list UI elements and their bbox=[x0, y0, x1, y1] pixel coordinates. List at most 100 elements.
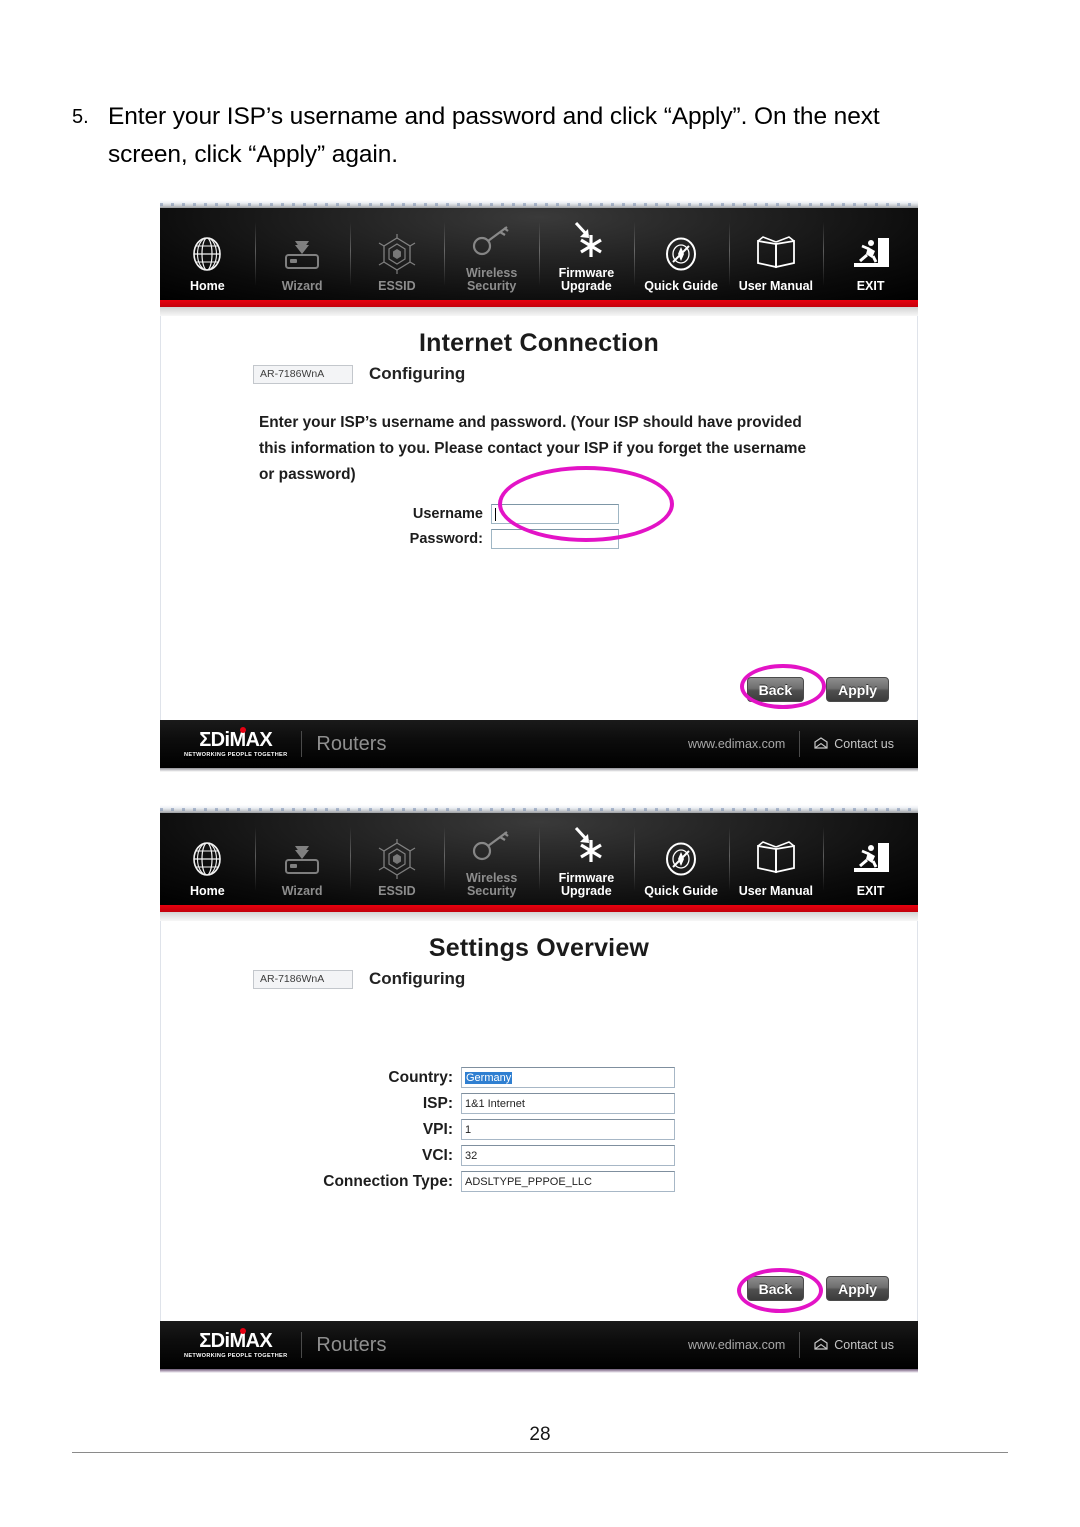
nav-label-essid-2: ESSID bbox=[378, 884, 416, 898]
instruction-line-2: screen, click “Apply” again. bbox=[108, 141, 398, 168]
nav-item-exit-2[interactable]: EXIT bbox=[823, 813, 918, 905]
hexagon-web-icon bbox=[374, 230, 420, 278]
browser-chrome-sliver bbox=[160, 200, 918, 208]
isp-input[interactable]: 1&1 Internet bbox=[461, 1093, 675, 1114]
nav-red-divider-2 bbox=[160, 905, 918, 912]
footer-divider-right-2 bbox=[799, 1332, 801, 1358]
country-value: Germany bbox=[465, 1071, 513, 1084]
logo-wordmark: ΣDiMAX bbox=[199, 728, 273, 751]
compass-icon bbox=[659, 230, 703, 278]
footer-right-group-2: www.edimax.com Contact us bbox=[688, 1332, 894, 1358]
key-icon bbox=[469, 217, 515, 265]
form-row-username: Username bbox=[161, 504, 917, 524]
body-line-3: or password) bbox=[259, 466, 356, 483]
nav-label-home-2: Home bbox=[190, 884, 225, 898]
footer-url-2[interactable]: www.edimax.com bbox=[688, 1338, 785, 1352]
nav-item-wizard-2[interactable]: Wizard bbox=[254, 813, 350, 905]
nav-label-essid: ESSID bbox=[378, 279, 416, 293]
form-row-country: Country: Germany bbox=[161, 1067, 917, 1088]
form-row-vci: VCI: 32 bbox=[161, 1145, 917, 1166]
screenshot-settings-overview: Home Wizard ESSID Wireless Security Firm… bbox=[160, 805, 918, 1373]
step-number: 5. bbox=[72, 106, 89, 128]
nav-item-home-2[interactable]: Home bbox=[160, 813, 255, 905]
nav-item-user-manual-2[interactable]: User Manual bbox=[728, 813, 824, 905]
nav-label-wizard: Wizard bbox=[281, 279, 323, 293]
nav-item-quick-guide[interactable]: Quick Guide bbox=[633, 208, 729, 300]
settings-form: Country: Germany ISP: 1&1 Internet VPI: … bbox=[161, 1067, 917, 1192]
logo-tagline-2: NETWORKING PEOPLE TOGETHER bbox=[184, 1351, 288, 1360]
form-row-connection-type: Connection Type: ADSLTYPE_PPPOE_LLC bbox=[161, 1171, 917, 1192]
globe-icon bbox=[187, 230, 227, 278]
status-row: AR-7186WnA Configuring bbox=[253, 364, 917, 384]
mail-icon bbox=[814, 1337, 828, 1353]
edimax-logo-2: ΣDiMAX NETWORKING PEOPLE TOGETHER bbox=[184, 1327, 288, 1360]
country-input[interactable]: Germany bbox=[461, 1067, 675, 1088]
nav-item-quick-guide-2[interactable]: Quick Guide bbox=[633, 813, 729, 905]
compass-icon bbox=[659, 835, 703, 883]
settings-overview-body: Settings Overview AR-7186WnA Configuring… bbox=[160, 921, 918, 1321]
nav-item-wizard[interactable]: Wizard bbox=[254, 208, 350, 300]
vpi-input[interactable]: 1 bbox=[461, 1119, 675, 1140]
page-footer-rule bbox=[72, 1452, 1008, 1453]
back-button[interactable]: Back bbox=[746, 677, 805, 702]
nav-label-home: Home bbox=[190, 279, 225, 293]
isp-value: 1&1 Internet bbox=[465, 1097, 525, 1110]
credentials-form: Username Password: bbox=[161, 504, 917, 549]
footer-contact-link[interactable]: Contact us bbox=[814, 736, 894, 752]
nav-item-wireless-security-2[interactable]: Wireless Security bbox=[444, 813, 539, 905]
apply-button[interactable]: Apply bbox=[826, 677, 889, 702]
nav-item-essid[interactable]: ESSID bbox=[349, 208, 445, 300]
vpi-value: 1 bbox=[465, 1123, 472, 1136]
logo-red-dot bbox=[240, 726, 246, 733]
nav-item-firmware-upgrade[interactable]: Firmware Upgrade bbox=[539, 208, 634, 300]
nav-item-essid-2[interactable]: ESSID bbox=[349, 813, 445, 905]
nav-grey-divider-2 bbox=[160, 912, 918, 921]
vci-input[interactable]: 32 bbox=[461, 1145, 675, 1166]
nav-label-firmware-upgrade: Firmware Upgrade bbox=[558, 266, 615, 293]
arrow-asterisk-icon bbox=[563, 217, 609, 265]
footer-url[interactable]: www.edimax.com bbox=[688, 737, 785, 751]
footer-contact-label: Contact us bbox=[834, 737, 894, 751]
nav-label-wizard-2: Wizard bbox=[281, 884, 323, 898]
body-line-1: Enter your ISP’s username and password. … bbox=[259, 414, 802, 431]
back-button-2[interactable]: Back bbox=[746, 1276, 805, 1301]
nav-item-home[interactable]: Home bbox=[160, 208, 255, 300]
logo-red-dot-2 bbox=[240, 1327, 246, 1334]
open-book-icon bbox=[751, 835, 801, 883]
key-icon bbox=[469, 822, 515, 870]
nav-label-wireless-security-2: Wireless Security bbox=[465, 871, 518, 898]
nav-label-exit-2: EXIT bbox=[856, 884, 885, 898]
instruction-text-block: Enter your ISP’s username and password. … bbox=[259, 410, 859, 488]
button-row-1: Back Apply bbox=[746, 677, 889, 702]
username-input[interactable] bbox=[491, 504, 619, 524]
status-text-2: Configuring bbox=[369, 969, 466, 988]
password-input[interactable] bbox=[491, 529, 619, 549]
isp-label: ISP: bbox=[422, 1094, 453, 1112]
apply-button-2[interactable]: Apply bbox=[826, 1276, 889, 1301]
username-label: Username bbox=[412, 506, 483, 522]
form-row-password: Password: bbox=[161, 529, 917, 549]
nav-label-exit: EXIT bbox=[856, 279, 885, 293]
nav-label-quick-guide-2: Quick Guide bbox=[644, 884, 718, 898]
router-footer-1: ΣDiMAX NETWORKING PEOPLE TOGETHER Router… bbox=[160, 720, 918, 768]
browser-chrome-sliver-2 bbox=[160, 805, 918, 813]
hexagon-web-icon bbox=[374, 835, 420, 883]
footer-contact-link-2[interactable]: Contact us bbox=[814, 1337, 894, 1353]
nav-item-firmware-upgrade-2[interactable]: Firmware Upgrade bbox=[539, 813, 634, 905]
connection-type-input[interactable]: ADSLTYPE_PPPOE_LLC bbox=[461, 1171, 675, 1192]
status-row-2: AR-7186WnA Configuring bbox=[253, 969, 917, 989]
nav-item-wireless-security[interactable]: Wireless Security bbox=[444, 208, 539, 300]
status-text: Configuring bbox=[369, 364, 466, 383]
nav-item-exit[interactable]: EXIT bbox=[823, 208, 918, 300]
screenshot-bottom-edge-2 bbox=[160, 1369, 918, 1373]
model-field: AR-7186WnA bbox=[253, 364, 353, 384]
router-download-icon bbox=[279, 835, 325, 883]
connection-type-label: Connection Type: bbox=[323, 1172, 453, 1190]
footer-category: Routers bbox=[316, 732, 387, 755]
footer-category-2: Routers bbox=[316, 1333, 387, 1356]
nav-grey-divider bbox=[160, 307, 918, 316]
nav-item-user-manual[interactable]: User Manual bbox=[728, 208, 824, 300]
body-line-2: this information to you. Please contact … bbox=[259, 440, 807, 457]
footer-divider-right bbox=[799, 731, 801, 757]
nav-red-divider bbox=[160, 300, 918, 307]
